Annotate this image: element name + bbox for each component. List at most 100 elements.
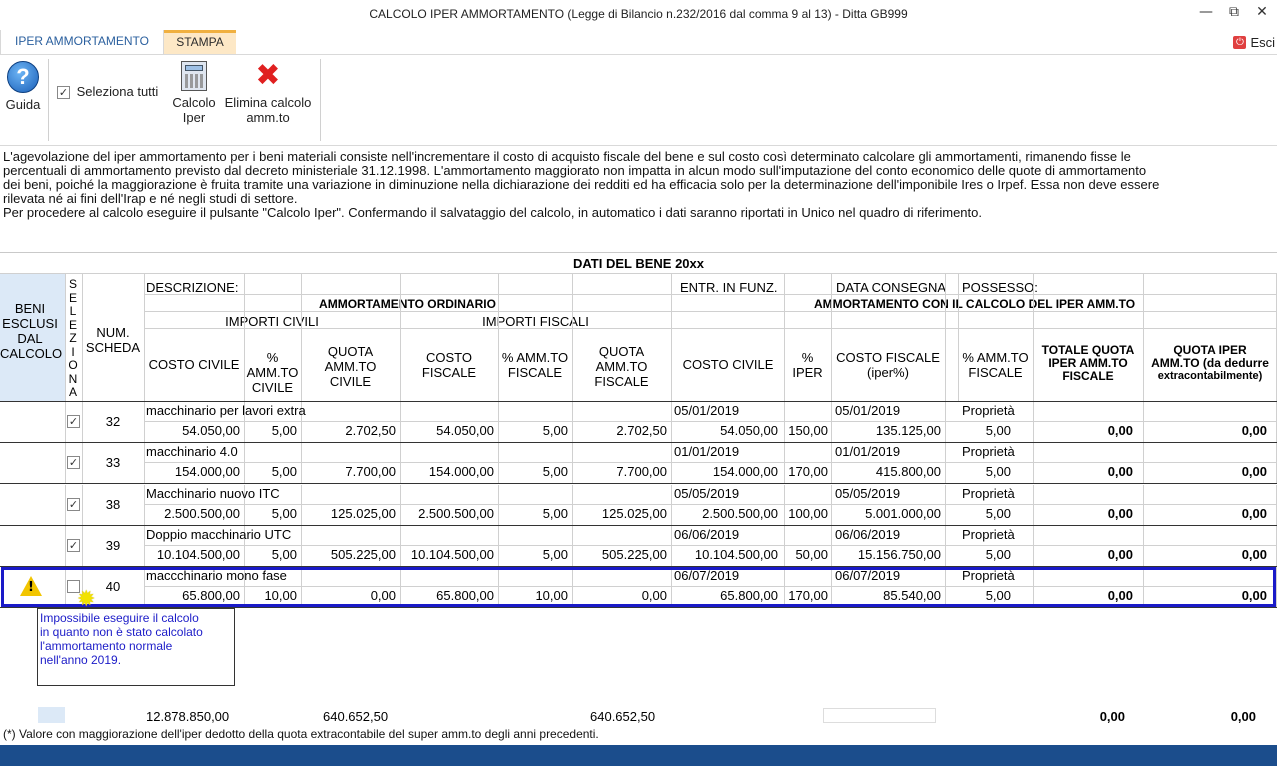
importi-civili-header: IMPORTI CIVILI xyxy=(225,314,319,329)
grid-vline xyxy=(65,273,66,401)
amm-ordinario-header: AMMORTAMENTO ORDINARIO xyxy=(319,297,496,311)
row-quota-iper: 0,00 xyxy=(1241,423,1267,438)
quota-fiscale-header: QUOTA AMM.TO FISCALE xyxy=(594,344,649,389)
info-line: rilevata né ai fini dell'Irap e né negli… xyxy=(3,191,298,206)
info-line: dei beni, poiché la maggiorazione è frui… xyxy=(3,177,1160,192)
grid-vline xyxy=(1033,273,1034,401)
calculator-icon xyxy=(181,61,207,91)
grid-vline xyxy=(82,273,83,401)
row-costo-fiscale: 2.500.500,00 xyxy=(418,505,494,521)
window-title: CALCOLO IPER AMMORTAMENTO (Legge di Bila… xyxy=(369,7,908,21)
tab-stampa[interactable]: STAMPA xyxy=(164,30,236,54)
footnote: (*) Valore con maggiorazione dell'iper d… xyxy=(3,727,599,741)
row-amm-civile: 5,00 xyxy=(271,423,297,438)
row-select-checkbox[interactable]: ✓ xyxy=(67,415,80,428)
row-possesso: Proprietà xyxy=(962,403,1015,418)
row-quota-fiscale: 125.025,00 xyxy=(601,505,667,521)
row-quota-civile: 2.702,50 xyxy=(345,423,396,438)
info-line: percentuali di ammortamento previsto dal… xyxy=(3,163,1147,178)
grid-vline xyxy=(945,273,946,401)
grid-hline xyxy=(144,294,1277,295)
quota-iper-header: QUOTA IPER AMM.TO (da dedurre extracontabi… xyxy=(1151,343,1269,383)
row-descrizione: macchinario per lavori extra xyxy=(146,403,306,418)
row-costo-civile2: 10.104.500,00 xyxy=(694,546,778,562)
row-totale: 0,00 xyxy=(1107,423,1133,438)
status-bar xyxy=(0,745,1277,766)
amm-fiscale-header: % AMM.TO FISCALE xyxy=(501,350,569,380)
row-amm-fiscale2: 5,00 xyxy=(985,423,1011,438)
beni-esclusi-header: BENI ESCLUSI DAL CALCOLO xyxy=(0,301,63,361)
row-costo-fiscale: 154.000,00 xyxy=(428,464,494,480)
row-select-checkbox[interactable]: ✓ xyxy=(67,456,80,470)
elimina-calcolo-button[interactable]: ✖ Elimina calcolo amm.to xyxy=(220,58,316,126)
ribbon-separator xyxy=(48,59,49,141)
total-costo-civile: 12.878.850,00 xyxy=(146,709,230,724)
row-quota-fiscale: 7.700,00 xyxy=(616,464,667,480)
row-costo-fiscale-iper: 135.125,00 xyxy=(875,423,941,438)
restore-button[interactable]: ⧉ xyxy=(1224,3,1244,23)
grid-hline xyxy=(144,421,1277,422)
num-scheda-header: NUM. SCHEDA xyxy=(85,325,141,355)
close-button[interactable]: ✕ xyxy=(1252,3,1272,23)
row-entr-funz: 06/06/2019 xyxy=(674,526,740,542)
row-iper: 170,00 xyxy=(788,464,828,480)
calcolo-iper-button[interactable]: Calcolo Iper xyxy=(168,61,220,125)
row-totale: 0,00 xyxy=(1107,505,1133,521)
calcolo-label-1: Calcolo xyxy=(172,95,216,110)
total-quota-fiscale: 640.652,50 xyxy=(590,709,656,724)
entr-funz-header: ENTR. IN FUNZ. xyxy=(680,280,778,295)
elimina-label-2: amm.to xyxy=(246,110,290,125)
ribbon-separator xyxy=(320,59,321,141)
row-amm-fiscale: 5,00 xyxy=(542,423,568,438)
seleziona-tutti-checkbox[interactable]: ✓ Seleziona tutti xyxy=(57,84,159,100)
amm-iper-header: AMMORTAMENTO CON IL CALCOLO DEL IPER AMM… xyxy=(813,297,1136,311)
row-data-consegna: 01/01/2019 xyxy=(835,444,901,460)
row-amm-fiscale: 5,00 xyxy=(542,546,568,562)
checkbox-icon: ✓ xyxy=(57,86,70,100)
row-costo-fiscale: 10.104.500,00 xyxy=(410,546,494,562)
row-costo-fiscale-iper: 5.001.000,00 xyxy=(865,505,941,521)
num-scheda: 32 xyxy=(105,414,121,429)
grid-hline xyxy=(0,273,1277,274)
row-quota-iper: 0,00 xyxy=(1241,546,1267,562)
tab-iper-ammortamento[interactable]: IPER AMMORTAMENTO xyxy=(0,30,164,54)
grid-vline xyxy=(301,273,302,401)
total-empty-cell xyxy=(823,708,936,723)
esci-button[interactable]: ⏻ Esci xyxy=(1233,33,1275,51)
row-select-checkbox[interactable]: ✓ xyxy=(67,538,80,552)
grid-vline xyxy=(958,273,959,401)
row-amm-civile: 5,00 xyxy=(271,505,297,521)
grid-vline xyxy=(65,443,66,485)
row-amm-fiscale2: 5,00 xyxy=(985,464,1011,480)
row-iper: 150,00 xyxy=(788,423,828,438)
row-costo-civile: 2.500.500,00 xyxy=(164,505,240,521)
row-entr-funz: 05/01/2019 xyxy=(674,403,740,418)
row-costo-fiscale-iper: 15.156.750,00 xyxy=(857,546,941,562)
delete-x-icon: ✖ xyxy=(255,58,281,93)
minimize-button[interactable]: — xyxy=(1196,3,1216,23)
grid-hline xyxy=(144,328,1277,329)
row-quota-iper: 0,00 xyxy=(1241,464,1267,480)
info-text: L'agevolazione del iper ammortamento per… xyxy=(3,150,1273,220)
row-amm-fiscale: 5,00 xyxy=(542,464,568,480)
row-descrizione: Doppio macchinario UTC xyxy=(146,526,292,542)
seleziona-tutti-label: Seleziona tutti xyxy=(76,84,159,99)
costo-fiscale-iper-header: COSTO FISCALE (iper%) xyxy=(836,350,940,380)
row-costo-civile2: 154.000,00 xyxy=(712,464,778,480)
row-entr-funz: 01/01/2019 xyxy=(674,444,740,460)
importi-fiscali-header: IMPORTI FISCALI xyxy=(482,314,589,329)
row-data-consegna: 05/05/2019 xyxy=(835,485,901,501)
cursor-highlight-icon: ✹ xyxy=(77,587,96,612)
row-quota-iper: 0,00 xyxy=(1241,505,1267,521)
row-costo-civile: 10.104.500,00 xyxy=(156,546,240,562)
row-select-checkbox[interactable]: ✓ xyxy=(67,497,80,511)
ribbon-toolbar: ? Guida ✓ Seleziona tutti Calcolo Iper ✖… xyxy=(0,54,1277,146)
row-quota-civile: 505.225,00 xyxy=(330,546,396,562)
row-costo-fiscale-iper: 415.800,00 xyxy=(875,464,941,480)
grid-hline xyxy=(144,311,1277,312)
grid-vline xyxy=(65,402,66,443)
selected-row-frame xyxy=(1,567,1276,607)
grid-top-border xyxy=(0,252,1277,253)
row-iper: 100,00 xyxy=(788,505,828,521)
guida-button[interactable]: ? Guida xyxy=(3,61,43,112)
